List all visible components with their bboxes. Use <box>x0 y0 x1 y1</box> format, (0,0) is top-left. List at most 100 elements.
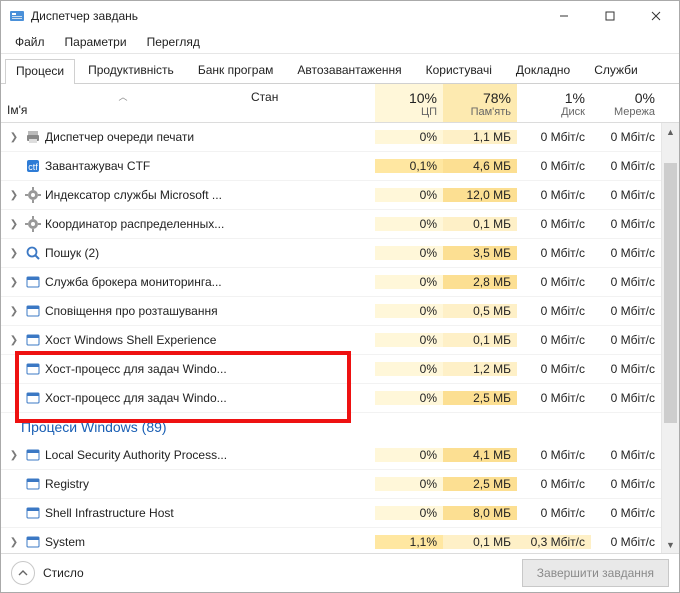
scrollbar-thumb[interactable] <box>664 163 677 423</box>
disk-cell: 0 Мбіт/с <box>517 275 591 289</box>
tab-processes[interactable]: Процеси <box>5 59 75 84</box>
col-header-network[interactable]: 0% Мережа <box>591 84 661 122</box>
cpu-cell: 0% <box>375 391 443 405</box>
group-header-windows-processes: Процеси Windows (89) <box>1 413 679 441</box>
expander-icon[interactable]: ❯ <box>7 277 21 288</box>
network-cell: 0 Мбіт/с <box>591 333 661 347</box>
col-header-state[interactable]: Стан <box>245 84 375 122</box>
table-row[interactable]: ❯Пошук (2)0%3,5 МБ0 Мбіт/с0 Мбіт/с <box>1 239 679 268</box>
process-name: Диспетчер очереди печати <box>45 130 194 144</box>
col-header-disk[interactable]: 1% Диск <box>517 84 591 122</box>
process-name: Registry <box>45 477 89 491</box>
memory-label: Пам'ять <box>449 106 511 118</box>
window-icon <box>25 274 41 290</box>
app-icon <box>9 8 25 24</box>
disk-cell: 0 Мбіт/с <box>517 333 591 347</box>
search-icon <box>25 245 41 261</box>
network-label: Мережа <box>597 106 655 118</box>
cpu-cell: 0,1% <box>375 159 443 173</box>
table-row[interactable]: ❯Индексатор службы Microsoft ...0%12,0 М… <box>1 181 679 210</box>
network-cell: 0 Мбіт/с <box>591 506 661 520</box>
cpu-cell: 0% <box>375 506 443 520</box>
minimize-button[interactable] <box>541 1 587 31</box>
expander-icon[interactable]: ❯ <box>7 132 21 143</box>
cpu-cell: 0% <box>375 217 443 231</box>
disk-cell: 0 Мбіт/с <box>517 246 591 260</box>
menu-view[interactable]: Перегляд <box>137 33 210 51</box>
disk-cell: 0 Мбіт/с <box>517 159 591 173</box>
tabstrip: Процеси Продуктивність Банк програм Авто… <box>1 54 679 84</box>
tab-details[interactable]: Докладно <box>505 58 581 83</box>
table-row[interactable]: Хост-процесс для задач Windo...0%2,5 МБ0… <box>1 384 679 413</box>
tab-users[interactable]: Користувачі <box>415 58 503 83</box>
memory-total: 78% <box>449 90 511 106</box>
table-row[interactable]: ❯Сповіщення про розташування0%0,5 МБ0 Мб… <box>1 297 679 326</box>
tab-services[interactable]: Служби <box>583 58 649 83</box>
fewer-details-button[interactable] <box>11 561 35 585</box>
disk-cell: 0 Мбіт/с <box>517 362 591 376</box>
chevron-up-icon <box>18 568 28 578</box>
table-row[interactable]: ❯Local Security Authority Process...0%4,… <box>1 441 679 470</box>
tab-app-history[interactable]: Банк програм <box>187 58 285 83</box>
table-row[interactable]: Shell Infrastructure Host0%8,0 МБ0 Мбіт/… <box>1 499 679 528</box>
table-row[interactable]: ctfЗавантажувач CTF0,1%4,6 МБ0 Мбіт/с0 М… <box>1 152 679 181</box>
memory-cell: 0,5 МБ <box>443 304 517 318</box>
cpu-cell: 0% <box>375 333 443 347</box>
memory-cell: 4,6 МБ <box>443 159 517 173</box>
disk-cell: 0 Мбіт/с <box>517 188 591 202</box>
window-icon <box>25 476 41 492</box>
close-button[interactable] <box>633 1 679 31</box>
table-row[interactable]: Хост-процесс для задач Windo...0%1,2 МБ0… <box>1 355 679 384</box>
table-row[interactable]: ❯Хост Windows Shell Experience0%0,1 МБ0 … <box>1 326 679 355</box>
memory-cell: 0,1 МБ <box>443 535 517 549</box>
disk-cell: 0 Мбіт/с <box>517 506 591 520</box>
table-row[interactable]: ❯System1,1%0,1 МБ0,3 Мбіт/с0 Мбіт/с <box>1 528 679 553</box>
fewer-details-label[interactable]: Стисло <box>43 566 84 580</box>
network-cell: 0 Мбіт/с <box>591 477 661 491</box>
vertical-scrollbar[interactable]: ▲ ▼ <box>661 123 679 553</box>
menu-file[interactable]: Файл <box>5 33 55 51</box>
tab-startup[interactable]: Автозавантаження <box>286 58 412 83</box>
process-name: Сповіщення про розташування <box>45 304 218 318</box>
expander-icon[interactable]: ❯ <box>7 537 21 548</box>
expander-icon[interactable]: ❯ <box>7 190 21 201</box>
window-icon <box>25 361 41 377</box>
end-task-button[interactable]: Завершити завдання <box>522 559 669 587</box>
menu-options[interactable]: Параметри <box>55 33 137 51</box>
window-title: Диспетчер завдань <box>31 9 541 23</box>
expander-icon[interactable]: ❯ <box>7 306 21 317</box>
disk-label: Диск <box>523 106 585 118</box>
network-total: 0% <box>597 90 655 106</box>
network-cell: 0 Мбіт/с <box>591 188 661 202</box>
memory-cell: 2,8 МБ <box>443 275 517 289</box>
tab-performance[interactable]: Продуктивність <box>77 58 185 83</box>
expander-icon[interactable]: ❯ <box>7 219 21 230</box>
window-controls <box>541 1 679 31</box>
process-name: Хост Windows Shell Experience <box>45 333 216 347</box>
disk-cell: 0,3 Мбіт/с <box>517 535 591 549</box>
process-grid: ❯Диспетчер очереди печати0%1,1 МБ0 Мбіт/… <box>1 123 679 553</box>
process-name: Local Security Authority Process... <box>45 448 227 462</box>
table-row[interactable]: Registry0%2,5 МБ0 Мбіт/с0 Мбіт/с <box>1 470 679 499</box>
expander-icon[interactable]: ❯ <box>7 335 21 346</box>
expander-icon[interactable]: ❯ <box>7 248 21 259</box>
task-manager-window: Диспетчер завдань Файл Параметри Перегля… <box>0 0 680 593</box>
col-header-name[interactable]: ︿ Ім'я <box>1 84 245 122</box>
table-row[interactable]: ❯Служба брокера мониторинга...0%2,8 МБ0 … <box>1 268 679 297</box>
maximize-button[interactable] <box>587 1 633 31</box>
gear-icon <box>25 187 41 203</box>
titlebar[interactable]: Диспетчер завдань <box>1 1 679 31</box>
disk-total: 1% <box>523 90 585 106</box>
disk-cell: 0 Мбіт/с <box>517 217 591 231</box>
table-row[interactable]: ❯Диспетчер очереди печати0%1,1 МБ0 Мбіт/… <box>1 123 679 152</box>
memory-cell: 2,5 МБ <box>443 391 517 405</box>
cpu-cell: 0% <box>375 188 443 202</box>
scroll-up-arrow-icon[interactable]: ▲ <box>662 123 679 140</box>
table-row[interactable]: ❯Координатор распределенных...0%0,1 МБ0 … <box>1 210 679 239</box>
expander-icon[interactable]: ❯ <box>7 450 21 461</box>
col-header-memory[interactable]: 78% Пам'ять <box>443 84 517 122</box>
network-cell: 0 Мбіт/с <box>591 391 661 405</box>
scroll-down-arrow-icon[interactable]: ▼ <box>662 536 679 553</box>
process-name: Служба брокера мониторинга... <box>45 275 222 289</box>
col-header-cpu[interactable]: 10% ЦП <box>375 84 443 122</box>
